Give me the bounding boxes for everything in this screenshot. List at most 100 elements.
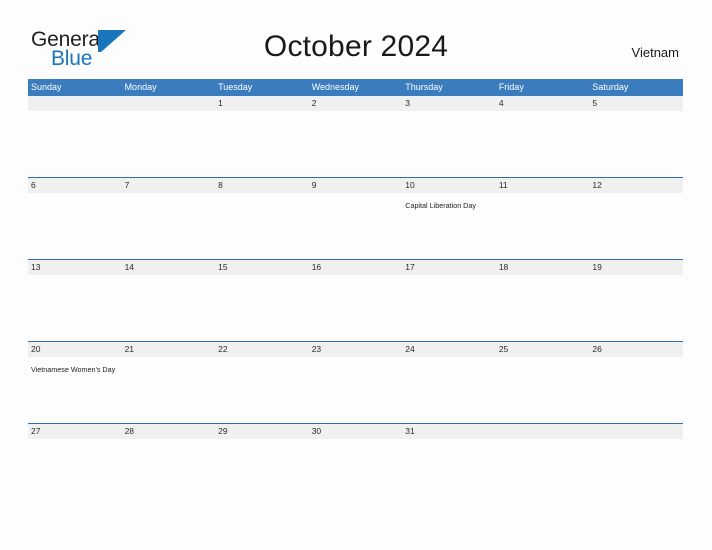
- day-cell[interactable]: [496, 111, 590, 177]
- week-date-band: 1 2 3 4 5: [28, 96, 683, 111]
- day-number[interactable]: [496, 424, 590, 439]
- day-number[interactable]: 7: [122, 178, 216, 193]
- weekday-saturday: Saturday: [592, 82, 629, 92]
- day-cell[interactable]: [28, 275, 122, 341]
- day-cell[interactable]: [28, 111, 122, 177]
- day-cell[interactable]: [215, 439, 309, 505]
- day-cell-holiday[interactable]: Vietnamese Women's Day: [28, 357, 122, 423]
- day-number[interactable]: 16: [309, 260, 403, 275]
- day-cell-holiday[interactable]: Capital Liberation Day: [402, 193, 496, 259]
- day-number[interactable]: 14: [122, 260, 216, 275]
- day-cell[interactable]: [215, 193, 309, 259]
- day-cell[interactable]: [309, 111, 403, 177]
- week-date-band: 13 14 15 16 17 18 19: [28, 260, 683, 275]
- day-cell[interactable]: [122, 439, 216, 505]
- weekday-friday: Friday: [498, 82, 524, 92]
- day-number[interactable]: 12: [589, 178, 683, 193]
- day-number[interactable]: 2: [309, 96, 403, 111]
- country-label: Vietnam: [631, 45, 679, 60]
- day-number[interactable]: 27: [28, 424, 122, 439]
- day-cell[interactable]: [496, 193, 590, 259]
- event-label: Capital Liberation Day: [405, 201, 476, 210]
- day-cell[interactable]: [309, 357, 403, 423]
- day-cell[interactable]: [589, 193, 683, 259]
- day-number[interactable]: 29: [215, 424, 309, 439]
- day-number[interactable]: 18: [496, 260, 590, 275]
- day-number[interactable]: 13: [28, 260, 122, 275]
- day-cell[interactable]: [589, 275, 683, 341]
- week-row: 13 14 15 16 17 18 19: [28, 259, 683, 341]
- day-cell[interactable]: [215, 357, 309, 423]
- calendar-grid: Sunday Monday Tuesday Wednesday Thursday…: [28, 79, 683, 505]
- day-cell[interactable]: [496, 439, 590, 505]
- day-cell[interactable]: [309, 193, 403, 259]
- day-cell[interactable]: [122, 111, 216, 177]
- day-number[interactable]: 31: [402, 424, 496, 439]
- day-number[interactable]: 22: [215, 342, 309, 357]
- day-cell[interactable]: [309, 275, 403, 341]
- day-cell[interactable]: [309, 439, 403, 505]
- weekday-tuesday: Tuesday: [218, 82, 253, 92]
- day-number[interactable]: 9: [309, 178, 403, 193]
- day-number[interactable]: 19: [589, 260, 683, 275]
- day-number[interactable]: 5: [589, 96, 683, 111]
- day-cell[interactable]: [122, 193, 216, 259]
- day-number[interactable]: [122, 96, 216, 111]
- week-date-band: 20 21 22 23 24 25 26: [28, 342, 683, 357]
- weekday-header-row: Sunday Monday Tuesday Wednesday Thursday…: [28, 79, 683, 96]
- day-number[interactable]: 15: [215, 260, 309, 275]
- day-cell[interactable]: [402, 357, 496, 423]
- day-number[interactable]: 25: [496, 342, 590, 357]
- weekday-sunday: Sunday: [31, 82, 62, 92]
- week-event-band: Vietnamese Women's Day: [28, 357, 683, 423]
- day-cell[interactable]: [402, 275, 496, 341]
- day-cell[interactable]: [122, 275, 216, 341]
- weekday-monday: Monday: [124, 82, 157, 92]
- day-number[interactable]: 24: [402, 342, 496, 357]
- week-row: 6 7 8 9 10 11 12 Capital Liberation Day: [28, 177, 683, 259]
- week-event-band: [28, 439, 683, 505]
- day-number[interactable]: 11: [496, 178, 590, 193]
- day-number[interactable]: 4: [496, 96, 590, 111]
- week-date-band: 27 28 29 30 31: [28, 424, 683, 439]
- day-cell[interactable]: [589, 357, 683, 423]
- day-number[interactable]: 6: [28, 178, 122, 193]
- day-number[interactable]: 30: [309, 424, 403, 439]
- day-cell[interactable]: [402, 111, 496, 177]
- day-cell[interactable]: [28, 439, 122, 505]
- week-date-band: 6 7 8 9 10 11 12: [28, 178, 683, 193]
- week-event-band: [28, 111, 683, 177]
- day-cell[interactable]: [496, 357, 590, 423]
- day-cell[interactable]: [496, 275, 590, 341]
- day-number[interactable]: 20: [28, 342, 122, 357]
- week-event-band: [28, 275, 683, 341]
- day-number[interactable]: 28: [122, 424, 216, 439]
- event-label: Vietnamese Women's Day: [31, 365, 116, 374]
- day-cell[interactable]: [28, 193, 122, 259]
- day-number[interactable]: 21: [122, 342, 216, 357]
- day-number[interactable]: 26: [589, 342, 683, 357]
- day-cell[interactable]: [122, 357, 216, 423]
- day-cell[interactable]: [589, 111, 683, 177]
- day-number[interactable]: 1: [215, 96, 309, 111]
- week-row: 27 28 29 30 31: [28, 423, 683, 505]
- day-cell[interactable]: [589, 439, 683, 505]
- day-number[interactable]: [589, 424, 683, 439]
- day-number[interactable]: 17: [402, 260, 496, 275]
- day-number[interactable]: 10: [402, 178, 496, 193]
- day-number[interactable]: 23: [309, 342, 403, 357]
- week-row: 1 2 3 4 5: [28, 96, 683, 177]
- day-number[interactable]: 3: [402, 96, 496, 111]
- week-row: 20 21 22 23 24 25 26 Vietnamese Women's …: [28, 341, 683, 423]
- day-number[interactable]: [28, 96, 122, 111]
- week-event-band: Capital Liberation Day: [28, 193, 683, 259]
- calendar-page: General Blue October 2024 Vietnam Sunday…: [0, 0, 712, 550]
- day-number[interactable]: 8: [215, 178, 309, 193]
- page-title: October 2024: [263, 30, 449, 63]
- day-cell[interactable]: [215, 111, 309, 177]
- weekday-wednesday: Wednesday: [311, 82, 360, 92]
- day-cell[interactable]: [215, 275, 309, 341]
- weekday-thursday: Thursday: [405, 82, 443, 92]
- day-cell[interactable]: [402, 439, 496, 505]
- page-header: General Blue October 2024 Vietnam: [0, 0, 712, 72]
